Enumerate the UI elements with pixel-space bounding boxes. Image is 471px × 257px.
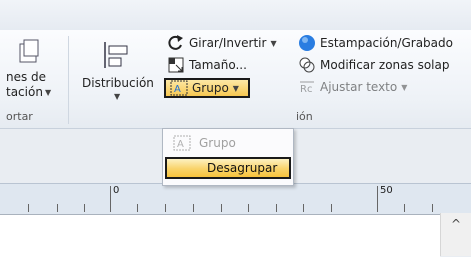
size-button[interactable]: Tamaño... (167, 56, 247, 74)
ruler-tick (432, 204, 433, 212)
adjust-text-button[interactable]: Rc Ajustar texto ▼ (298, 78, 407, 96)
ruler-tick (276, 204, 277, 212)
modify-overlap-label: Modificar zonas solap (320, 58, 450, 72)
group-label-import: ortar (6, 110, 33, 123)
rotate-icon (168, 35, 183, 50)
chevron-down-icon: ▼ (114, 92, 121, 101)
ruler-tick (303, 204, 304, 212)
size-label: Tamaño... (189, 58, 247, 72)
chevron-down-icon: ▼ (401, 82, 408, 92)
menu-item-group[interactable]: A Grupo (165, 132, 291, 154)
distribution-button[interactable]: Distribución ▼ (80, 36, 162, 106)
ruler-tick (84, 204, 85, 212)
stamp-icon (299, 35, 315, 51)
ruler-tick (137, 204, 138, 212)
menu-item-ungroup[interactable]: Desagrupar (165, 157, 291, 179)
adjust-text-label: Ajustar texto (320, 80, 398, 94)
distribution-icon (104, 42, 128, 68)
canvas-area[interactable] (0, 214, 440, 257)
import-label-line1: nes de (6, 70, 47, 84)
scroll-up-icon[interactable]: ^ (451, 217, 461, 231)
rotate-flip-button[interactable]: Girar/Invertir ▼ (167, 34, 277, 52)
chevron-down-icon: ▼ (44, 87, 52, 97)
stamp-engrave-button[interactable]: Estampación/Grabado (298, 34, 453, 52)
text-fit-icon: Rc (300, 81, 314, 95)
group-icon: A (170, 80, 188, 96)
divider (68, 36, 69, 124)
import-button[interactable]: nes de tación ▼ (0, 36, 60, 99)
rotate-flip-label: Girar/Invertir (189, 36, 267, 50)
ruler-tick (248, 204, 249, 212)
chevron-down-icon: ▼ (270, 38, 277, 48)
ruler-tick (221, 204, 222, 212)
svg-text:A: A (177, 139, 184, 150)
modify-overlap-button[interactable]: Modificar zonas solap (298, 56, 449, 74)
menu-item-group-label: Grupo (199, 136, 236, 150)
svg-text:A: A (174, 84, 181, 95)
horizontal-ruler: 0 50 (0, 183, 471, 215)
ruler-tick (57, 204, 58, 212)
ruler-tick-major (110, 186, 111, 212)
ruler-tick (331, 204, 332, 212)
group-label: Grupo (192, 81, 229, 95)
resize-icon (168, 57, 184, 73)
ribbon: nes de tación ▼ ortar Distribución ▼ Gir… (0, 30, 471, 129)
group-dropdown-menu: A Grupo Desagrupar (162, 128, 294, 186)
group-icon: A (173, 135, 191, 151)
ruler-label-fifty: 50 (380, 185, 393, 196)
ruler-tick (165, 204, 166, 212)
ruler-label-zero: 0 (113, 185, 120, 196)
overlap-icon (299, 57, 315, 73)
chevron-down-icon: ▼ (232, 83, 239, 93)
menu-item-ungroup-label: Desagrupar (207, 161, 278, 175)
import-label-line2: tación (6, 85, 43, 99)
distribution-label: Distribución (82, 76, 154, 90)
ruler-tick (28, 204, 29, 212)
stamp-engrave-label: Estampación/Grabado (320, 36, 453, 50)
group-button[interactable]: A Grupo ▼ (164, 78, 250, 98)
group-label-arrange: ión (296, 110, 313, 123)
ruler-tick (404, 204, 405, 212)
title-strip (0, 0, 471, 30)
ruler-tick (193, 204, 194, 212)
svg-text:Rc: Rc (300, 84, 312, 95)
vertical-scrollbar[interactable]: ^ (440, 213, 471, 256)
document-icon (19, 39, 39, 63)
ruler-tick-major (377, 186, 378, 212)
